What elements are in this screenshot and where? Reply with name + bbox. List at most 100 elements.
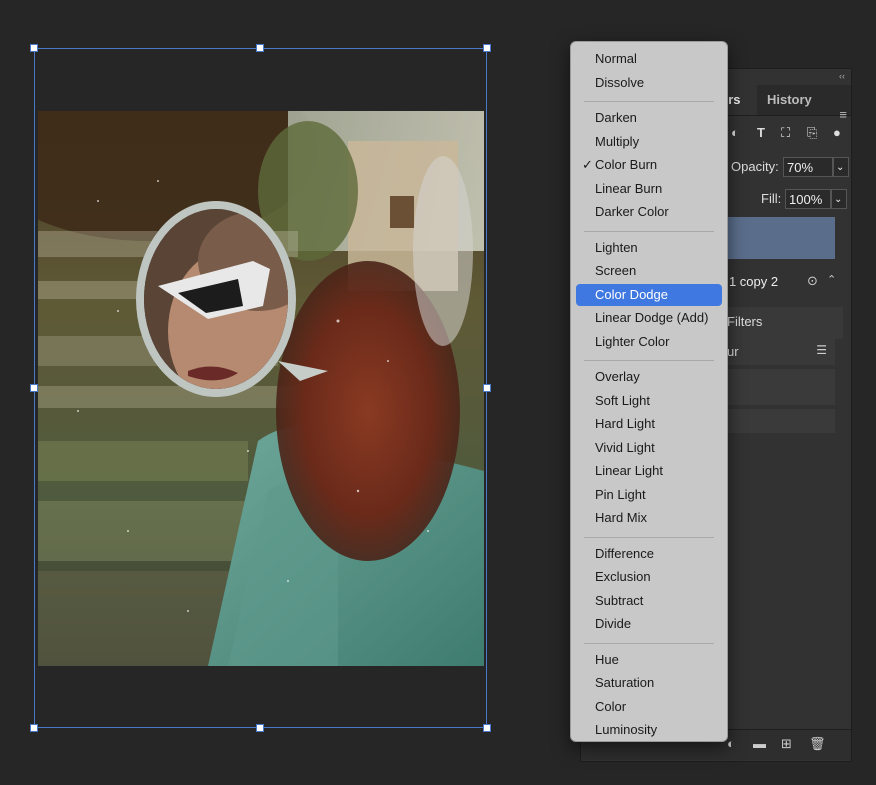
photo-illustration bbox=[38, 111, 484, 666]
blend-mode-lighter-color[interactable]: Lighter Color bbox=[576, 331, 722, 353]
blend-mode-hue[interactable]: Hue bbox=[576, 649, 722, 671]
layer-name: r 1 copy 2 bbox=[721, 274, 779, 289]
blend-mode-color-dodge[interactable]: Color Dodge bbox=[576, 283, 722, 306]
selected-layer-row[interactable] bbox=[721, 217, 835, 259]
layer-row-empty[interactable] bbox=[721, 409, 835, 433]
filter-toggle-icon[interactable]: ● bbox=[833, 125, 841, 140]
menu-item-label: Pin Light bbox=[595, 486, 646, 502]
transform-handle-bottom-left[interactable] bbox=[30, 724, 38, 732]
fill-dropdown-chevron-icon[interactable]: ⌄ bbox=[831, 189, 847, 209]
menu-item-label: Soft Light bbox=[595, 392, 650, 408]
menu-item-label: Lighter Color bbox=[595, 333, 670, 349]
menu-separator bbox=[584, 230, 714, 232]
shape-filter-icon[interactable]: ⛶ bbox=[781, 125, 790, 141]
type-filter-icon[interactable]: T bbox=[757, 125, 765, 140]
menu-item-label: Linear Dodge (Add) bbox=[595, 310, 709, 325]
menu-item-label: Darker Color bbox=[595, 204, 669, 219]
blend-mode-difference[interactable]: Difference bbox=[576, 543, 722, 565]
blend-mode-saturation[interactable]: Saturation bbox=[576, 672, 722, 694]
menu-item-label: Saturation bbox=[595, 675, 655, 690]
transform-handle-middle-left[interactable] bbox=[30, 384, 38, 392]
blend-mode-vivid-light[interactable]: Vivid Light bbox=[576, 437, 722, 459]
menu-item-label: Dissolve bbox=[595, 74, 645, 90]
blend-mode-luminosity[interactable]: Luminosity bbox=[576, 719, 722, 741]
blend-mode-soft-light[interactable]: Soft Light bbox=[576, 390, 722, 412]
adjustment-layer-icon[interactable]: ◐ bbox=[727, 736, 735, 751]
opacity-label: Opacity: bbox=[731, 159, 779, 174]
menu-item-label: Exclusion bbox=[595, 569, 651, 584]
layer-row[interactable]: r 1 copy 2 ⊙ ⌃ bbox=[721, 265, 843, 301]
blend-mode-darker-color[interactable]: Darker Color bbox=[576, 201, 722, 223]
blend-mode-pin-light[interactable]: Pin Light bbox=[576, 484, 722, 506]
layer-row-empty[interactable] bbox=[721, 369, 835, 405]
smart-object-link-icon: ⊙ bbox=[807, 273, 818, 288]
menu-item-label: Overlay bbox=[595, 369, 640, 384]
blend-mode-linear-light[interactable]: Linear Light bbox=[576, 460, 722, 482]
menu-item-label: Screen bbox=[595, 263, 637, 278]
blend-mode-normal[interactable]: Normal bbox=[576, 48, 722, 70]
blend-mode-hard-mix[interactable]: Hard Mix bbox=[576, 507, 722, 529]
blend-mode-dissolve[interactable]: Dissolve bbox=[576, 72, 722, 94]
blend-mode-screen[interactable]: Screen bbox=[576, 260, 722, 282]
menu-item-label: Hue bbox=[595, 651, 619, 667]
transform-handle-top-center[interactable] bbox=[256, 44, 264, 52]
canvas-photo[interactable] bbox=[38, 111, 484, 666]
fill-field[interactable]: 100% bbox=[785, 189, 831, 209]
opacity-dropdown-chevron-icon[interactable]: ⌄ bbox=[833, 157, 849, 177]
menu-item-label: Color Burn bbox=[595, 157, 658, 172]
transform-handle-bottom-center[interactable] bbox=[256, 724, 264, 732]
menu-item-label: Difference bbox=[595, 545, 655, 561]
fill-label: Fill: bbox=[761, 191, 782, 206]
menu-item-label: Vivid Light bbox=[595, 439, 655, 455]
blend-mode-hard-light[interactable]: Hard Light bbox=[576, 413, 722, 435]
opacity-field[interactable]: 70% bbox=[783, 157, 833, 177]
new-layer-icon[interactable]: ⊞ bbox=[781, 736, 792, 752]
blend-mode-exclusion[interactable]: Exclusion bbox=[576, 566, 722, 588]
blend-mode-multiply[interactable]: Multiply bbox=[576, 131, 722, 153]
menu-item-label: Linear Light bbox=[595, 463, 663, 478]
menu-item-label: Multiply bbox=[595, 133, 640, 149]
collapse-panel-icon[interactable]: ‹‹ bbox=[839, 71, 845, 81]
opacity-row: Opacity: 70% ⌄ bbox=[721, 155, 849, 179]
menu-separator bbox=[584, 536, 714, 538]
menu-item-label: Darken bbox=[595, 110, 637, 125]
blend-mode-linear-dodge-add[interactable]: Linear Dodge (Add) bbox=[576, 307, 722, 329]
blend-mode-divide[interactable]: Divide bbox=[576, 613, 722, 635]
menu-item-label: Linear Burn bbox=[595, 180, 663, 196]
menu-item-label: Luminosity bbox=[595, 722, 658, 737]
filter-options-icon[interactable]: ☰ bbox=[816, 343, 827, 357]
blend-mode-subtract[interactable]: Subtract bbox=[576, 590, 722, 612]
blend-mode-color-burn[interactable]: ✓ Color Burn bbox=[576, 154, 722, 176]
menu-item-label: Hard Light bbox=[595, 416, 655, 431]
filter-item-label: ur bbox=[727, 344, 739, 359]
fill-row: Fill: 100% ⌄ bbox=[721, 187, 849, 211]
blend-mode-menu: Normal Dissolve Darken Multiply ✓ Color Burn L… bbox=[570, 41, 728, 742]
menu-item-label: Subtract bbox=[595, 592, 644, 608]
blend-mode-overlay[interactable]: Overlay bbox=[576, 366, 722, 388]
tab-history[interactable]: History bbox=[767, 85, 812, 115]
menu-item-label: Lighten bbox=[595, 239, 638, 255]
transform-handle-bottom-right[interactable] bbox=[483, 724, 491, 732]
smart-object-filter-icon[interactable]: ⎘ bbox=[807, 125, 817, 141]
menu-item-label: Color Dodge bbox=[595, 286, 668, 302]
panel-menu-icon[interactable]: ≡ bbox=[839, 107, 847, 122]
group-folder-icon[interactable]: ▬ bbox=[753, 736, 766, 751]
blend-mode-linear-burn[interactable]: Linear Burn bbox=[576, 178, 722, 200]
menu-item-label: Normal bbox=[595, 51, 637, 66]
smart-filters-row[interactable]: Filters bbox=[721, 307, 843, 339]
layer-filter-row: ◐ T ⛶ ⎘ ● bbox=[721, 121, 851, 145]
transform-handle-top-left[interactable] bbox=[30, 44, 38, 52]
blend-mode-lighten[interactable]: Lighten bbox=[576, 237, 722, 259]
menu-separator bbox=[584, 360, 714, 361]
blend-mode-color[interactable]: Color bbox=[576, 696, 722, 718]
transform-handle-top-right[interactable] bbox=[483, 44, 491, 52]
delete-icon[interactable]: 🗑 bbox=[809, 736, 826, 752]
checkmark-icon: ✓ bbox=[582, 157, 593, 172]
menu-item-label: Divide bbox=[595, 616, 632, 631]
adjustment-filter-icon[interactable]: ◐ bbox=[731, 125, 739, 140]
menu-separator bbox=[584, 101, 714, 102]
blend-mode-darken[interactable]: Darken bbox=[576, 107, 722, 129]
filter-item-row[interactable]: ur ☰ bbox=[721, 339, 835, 365]
expand-chevron-icon[interactable]: ⌃ bbox=[827, 273, 836, 286]
transform-handle-middle-right[interactable] bbox=[483, 384, 491, 392]
